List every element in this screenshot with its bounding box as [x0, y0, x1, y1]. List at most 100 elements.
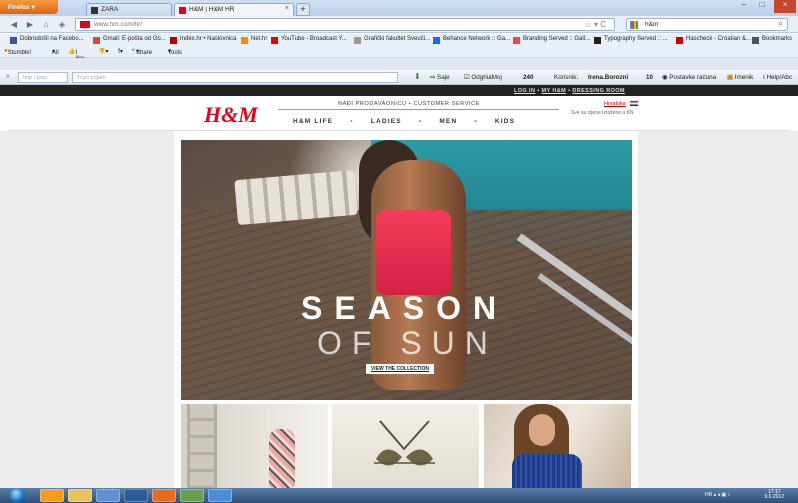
download-arrow-icon[interactable]: ⬇ — [414, 72, 421, 81]
firefox-menu-button[interactable]: Firefox ▾ — [0, 0, 58, 14]
all-dropdown[interactable]: All ▾ — [52, 48, 59, 56]
bookmark-gmail[interactable]: Gmail: E-pošta od Go... — [93, 36, 166, 44]
tab-zara[interactable]: ZARA — [86, 3, 172, 16]
search-icon: ⌕ — [6, 73, 10, 80]
language-selector[interactable]: Hrvatska — [604, 101, 626, 107]
bookmark-net[interactable]: Net.hr — [241, 36, 267, 44]
nav-hm-life[interactable]: H&M LIFE — [293, 118, 333, 125]
promo-tile-model[interactable] — [484, 404, 631, 488]
main-navigation: H&M LIFE • LADIES • MEN • KIDS — [293, 118, 516, 125]
google-icon — [630, 21, 638, 29]
illustrator-icon[interactable] — [40, 489, 64, 502]
index-icon — [170, 37, 177, 44]
windows-taskbar: HR ▴ ◂ ▣ ♪ 17:17 9.6.2012 — [0, 488, 798, 503]
home-icon[interactable]: ⌂ — [40, 19, 52, 30]
stumbleupon-bar: ● Stumble! All ▾ 👍 I like it! 👎▾ f▾ * Sh… — [0, 46, 798, 68]
hm-header: H&M NAĐI PRODAVAONICU • CUSTOMER SERVICE… — [8, 96, 790, 131]
bookmark-behance[interactable]: Behance Network :: Ga... — [433, 36, 510, 44]
name-input[interactable]: Ime i prez — [18, 72, 68, 83]
account-settings-button[interactable]: ◉ Postavke računa — [662, 74, 716, 81]
tray-icons[interactable]: HR ▴ ◂ ▣ ♪ — [705, 492, 730, 498]
bikini-image — [374, 420, 435, 466]
url-text: www.hm.com/hr/ — [94, 21, 143, 28]
nav-men[interactable]: MEN — [439, 118, 457, 125]
bookmarks-bar: Dobrodošli na Facebo... Gmail: E-pošta o… — [0, 34, 798, 46]
dislike-button[interactable]: 👎▾ — [98, 48, 108, 55]
view-collection-button[interactable]: VIEW THE COLLECTION — [366, 364, 434, 374]
user-label: Korisnik: — [554, 74, 579, 81]
new-tab-button[interactable]: + — [296, 3, 310, 16]
user-name[interactable]: Irena.Borozni — [588, 74, 628, 81]
windows-start-icon[interactable] — [10, 488, 25, 503]
hero-swimsuit — [376, 210, 451, 295]
url-bar[interactable]: www.hm.com/hr/ ☆ ▾ C — [75, 18, 615, 31]
bookmark-branding[interactable]: Branding Served :: Gall... — [513, 36, 590, 44]
help-button[interactable]: ⅰ Help/Abc — [763, 74, 792, 81]
nav-ladies[interactable]: LADIES — [371, 118, 402, 125]
typography-icon — [594, 37, 601, 44]
skype-icon[interactable] — [208, 489, 232, 502]
zara-favicon-icon — [91, 7, 98, 14]
hm-favicon-icon — [179, 7, 186, 14]
tab-label: H&M | H&M HR — [189, 6, 235, 13]
hero-banner[interactable]: SEASON OF SUN VIEW THE COLLECTION — [181, 140, 632, 400]
close-window-button[interactable]: × — [774, 0, 796, 13]
bookmarks-menu[interactable]: Bookmarks — [752, 36, 792, 44]
system-tray: HR ▴ ◂ ▣ ♪ 17:17 9.6.2012 — [705, 489, 798, 502]
odghia-checkbox[interactable]: ☑ OdghiaMoj — [464, 74, 502, 81]
net-icon — [241, 37, 248, 44]
folder-icon[interactable] — [68, 489, 92, 502]
bookmark-grafika[interactable]: Grafički fakultet Sveuči... — [354, 36, 430, 44]
count-badge: 10 — [646, 74, 654, 81]
hero-title: SEASON — [301, 290, 509, 326]
tab-label: ZARA — [101, 6, 119, 13]
nav-kids[interactable]: KIDS — [495, 118, 515, 125]
croatia-flag-icon — [630, 101, 638, 106]
swimsuit-image — [269, 429, 295, 488]
promo-tile-bikini[interactable] — [332, 404, 479, 488]
like-button[interactable]: 👍 I like it! — [68, 48, 85, 68]
hm-logo[interactable]: H&M — [204, 102, 258, 128]
page-icon — [354, 37, 361, 44]
toolbar-spacer — [0, 58, 798, 70]
saje-button[interactable]: ⇨ Saje — [430, 74, 450, 81]
close-tab-icon[interactable]: × — [285, 5, 289, 12]
bookmark-youtube[interactable]: YouTube - Broadcast Y... — [271, 36, 347, 44]
gmail-icon — [93, 37, 100, 44]
maximize-button[interactable]: □ — [754, 0, 770, 13]
hm-favicon-icon — [80, 21, 90, 28]
dressing-room-link[interactable]: DRESSING ROOM — [572, 88, 625, 94]
nav-divider — [278, 109, 558, 110]
tab-hm[interactable]: H&M | H&M HR × — [174, 3, 294, 16]
bookmark-facebook[interactable]: Dobrodošli na Facebo... — [10, 36, 84, 44]
search-input[interactable]: h&m ⌕ — [626, 18, 788, 31]
clock[interactable]: 17:17 9.6.2012 — [765, 490, 784, 500]
my-hm-link[interactable]: MY H&M — [542, 88, 567, 94]
search-icon[interactable]: ⌕ — [779, 19, 783, 29]
facebook-share-icon[interactable]: f▾ — [118, 48, 123, 55]
term-input[interactable]: Traži pojam — [72, 72, 398, 83]
share-button[interactable]: * Share ▾ — [132, 48, 152, 56]
forward-arrow-icon[interactable]: ▶ — [24, 19, 36, 30]
back-arrow-icon[interactable]: ◀ — [8, 19, 20, 30]
firefox-icon[interactable] — [152, 489, 176, 502]
secondary-toolbar: ⌕ Ime i prez Traži pojam ⬇ ⇨ Saje ☑ Odgh… — [0, 70, 798, 85]
directory-button[interactable]: ▣ Imenik — [727, 74, 753, 81]
tools-menu[interactable]: Tools ▾ — [168, 48, 182, 56]
bookmark-hascheck[interactable]: Hascheck - Croatian &... — [676, 36, 751, 44]
app-icon[interactable] — [180, 489, 204, 502]
bookmark-index[interactable]: Index.hr • Naslovnica — [170, 36, 236, 44]
promo-tile-swimsuit[interactable] — [181, 404, 328, 488]
behance-icon — [433, 37, 440, 44]
hero-subtitle: OF SUN — [317, 325, 498, 361]
stumble-button[interactable]: ● Stumble! — [4, 48, 31, 56]
bookmark-typography[interactable]: Typography Served :: ... — [594, 36, 668, 44]
photoshop-icon[interactable] — [124, 489, 148, 502]
bookmark-star-icon[interactable]: ☆ ▾ C — [585, 20, 606, 29]
login-link[interactable]: LOG IN — [514, 88, 535, 94]
minimize-button[interactable]: – — [736, 0, 752, 13]
store-finder-link[interactable]: NAĐI PRODAVAONICU • CUSTOMER SERVICE — [338, 101, 480, 107]
security-icon[interactable]: ◈ — [56, 19, 68, 30]
navigation-bar: ◀ ▶ ⌂ ◈ www.hm.com/hr/ ☆ ▾ C h&m ⌕ — [0, 16, 798, 33]
word-icon[interactable] — [96, 489, 120, 502]
